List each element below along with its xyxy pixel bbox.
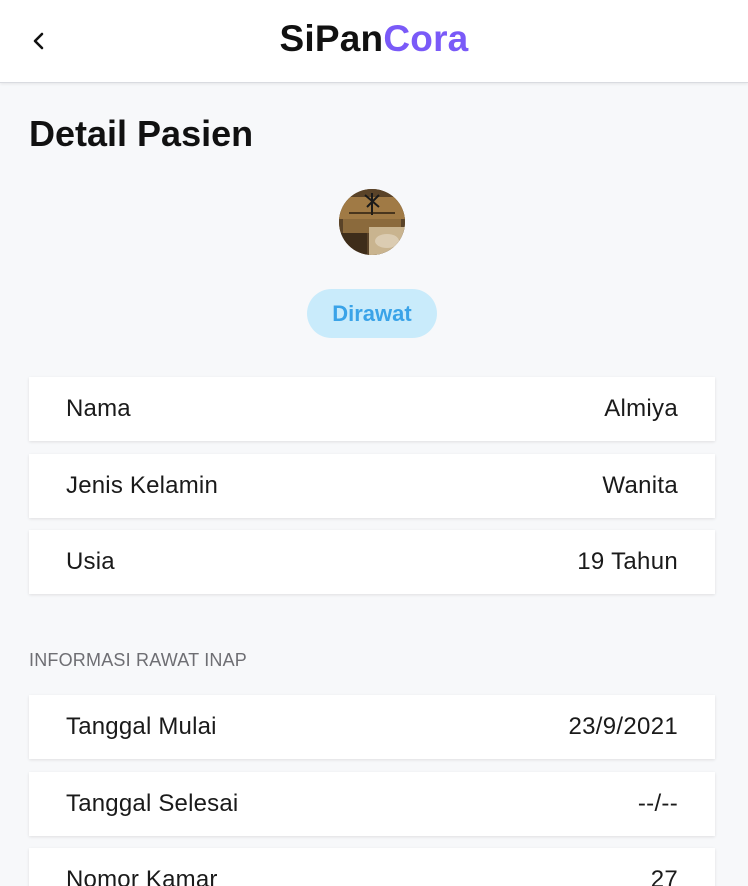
info-value: Wanita	[602, 472, 678, 499]
info-label: Jenis Kelamin	[66, 472, 219, 499]
info-row-room-number: Nomor Kamar 27	[29, 848, 715, 886]
avatar-photo-icon	[339, 189, 405, 255]
info-value: Almiya	[604, 395, 678, 422]
patient-avatar	[339, 189, 405, 255]
info-row-end-date: Tanggal Selesai --/--	[29, 772, 715, 836]
app-screen: SiPanCora Detail Pasien Dirawat Nama Alm…	[0, 0, 748, 886]
info-row-name: Nama Almiya	[29, 377, 715, 441]
app-bar: SiPanCora	[0, 0, 748, 83]
info-row-start-date: Tanggal Mulai 23/9/2021	[29, 695, 715, 759]
info-value: --/--	[637, 790, 678, 817]
brand-part-1: SiPan	[279, 18, 384, 59]
info-row-gender: Jenis Kelamin Wanita	[29, 454, 715, 518]
info-label: Nomor Kamar	[66, 866, 218, 886]
info-row-age: Usia 19 Tahun	[29, 530, 715, 594]
info-value: 27	[650, 866, 678, 886]
info-value: 19 Tahun	[577, 548, 678, 575]
app-logo-text: SiPanCora	[0, 18, 748, 60]
info-label: Nama	[66, 395, 131, 422]
status-badge: Dirawat	[307, 289, 437, 338]
info-label: Tanggal Mulai	[66, 713, 217, 740]
info-value: 23/9/2021	[568, 713, 678, 740]
brand-part-2: Cora	[383, 18, 469, 59]
info-label: Usia	[66, 548, 115, 575]
section-header-inpatient: INFORMASI RAWAT INAP	[29, 650, 248, 670]
info-label: Tanggal Selesai	[66, 790, 239, 817]
page-title: Detail Pasien	[29, 113, 254, 154]
